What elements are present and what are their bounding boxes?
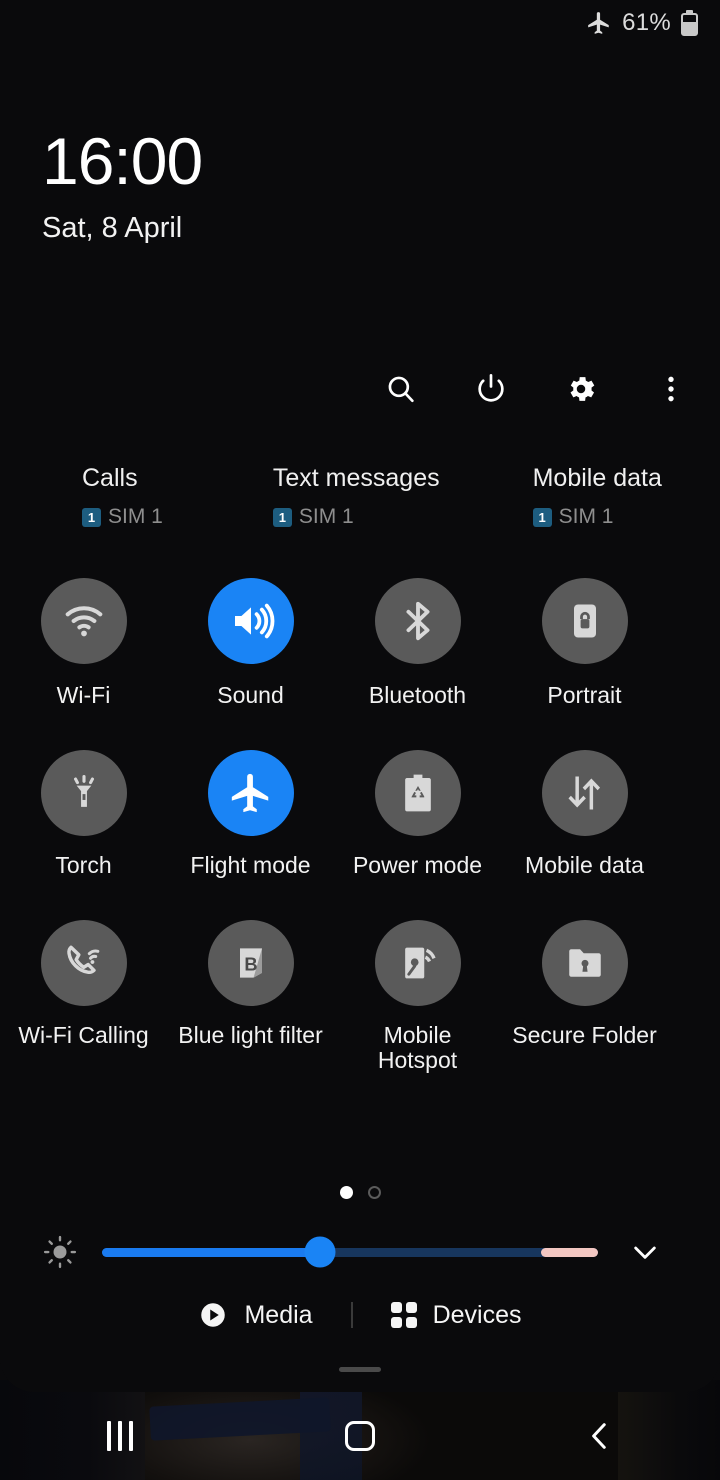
brightness-fill: [102, 1247, 321, 1257]
brightness-pink-segment: [540, 1247, 598, 1257]
page-indicator: [0, 1186, 720, 1199]
wifi-calling-icon: [40, 919, 127, 1006]
home-icon: [345, 1421, 375, 1451]
page-dot-active[interactable]: [339, 1186, 353, 1199]
brightness-track: [102, 1236, 598, 1268]
tile-blue-light-filter[interactable]: B Blue light filter: [167, 919, 334, 1075]
media-label: Media: [244, 1300, 313, 1329]
footer-divider: [350, 1302, 353, 1328]
svg-text:B: B: [244, 953, 257, 974]
power-icon[interactable]: [470, 368, 512, 410]
tile-row-3: Wi-Fi Calling B Blue light filter Mobile…: [0, 919, 720, 1075]
tile-label: Blue light filter: [178, 1021, 323, 1048]
volume-icon: [207, 578, 294, 664]
sim-status-text-messages[interactable]: Text messages 1 SIM 1: [272, 464, 440, 529]
tile-label: Flight mode: [190, 851, 311, 878]
airplane-icon: [588, 12, 609, 34]
tile-bluetooth[interactable]: Bluetooth: [334, 578, 501, 709]
blue-light-filter-icon: B: [207, 919, 294, 1006]
tile-label: Wi-Fi Calling: [18, 1021, 149, 1048]
tile-row-1: Wi-Fi Sound Bluetooth Portrait: [0, 578, 720, 709]
brightness-slider[interactable]: [102, 1230, 598, 1274]
battery-icon: [681, 10, 698, 36]
devices-grid-icon: [390, 1302, 417, 1328]
tile-label: Portrait: [547, 682, 622, 708]
tile-sound[interactable]: Sound: [167, 578, 334, 709]
hotspot-icon: [374, 919, 461, 1006]
sim-badge: 1: [272, 507, 292, 527]
flashlight-icon: [40, 749, 127, 836]
sim-name-label: SIM 1: [108, 505, 163, 528]
bluetooth-icon: [374, 578, 461, 664]
airplane-icon: [207, 749, 294, 836]
sim-badge: 1: [532, 507, 552, 527]
tile-label: Power mode: [352, 851, 483, 878]
sim-status-title: Calls: [82, 464, 138, 492]
status-bar: 61%: [0, 0, 720, 46]
sim-status-calls[interactable]: Calls 1 SIM 1: [82, 466, 163, 529]
tile-torch[interactable]: Torch: [0, 749, 167, 879]
wifi-icon: [40, 578, 127, 664]
battery-percent-label: 61%: [622, 9, 671, 36]
brightness-icon[interactable]: [38, 1230, 82, 1274]
tile-wifi[interactable]: Wi-Fi: [0, 578, 167, 709]
quick-settings-panel: 61% 16:00 Sat, 8 April Calls 1 SIM 1 Tex…: [0, 0, 720, 1392]
sim-status-title: Text messages: [272, 464, 440, 492]
tile-label: Torch: [55, 851, 112, 878]
home-button[interactable]: [240, 1392, 480, 1480]
sim-status-title: Mobile data: [532, 464, 662, 492]
tile-label: Sound: [217, 682, 284, 708]
secure-folder-icon: [541, 919, 628, 1006]
search-icon[interactable]: [380, 368, 422, 410]
more-vertical-icon[interactable]: [650, 368, 692, 410]
tile-mobile-data[interactable]: Mobile data: [501, 749, 668, 879]
media-button[interactable]: Media: [198, 1300, 313, 1330]
quick-settings-tiles: Wi-Fi Sound Bluetooth Portrait Torch Fli…: [0, 578, 720, 1074]
brightness-thumb[interactable]: [304, 1236, 336, 1268]
tile-flight-mode[interactable]: Flight mode: [167, 749, 334, 879]
play-circle-icon: [201, 1303, 226, 1327]
back-icon: [592, 1423, 606, 1449]
rotation-lock-icon: [541, 578, 628, 664]
tile-portrait[interactable]: Portrait: [501, 578, 668, 709]
sim-badge: 1: [82, 507, 101, 527]
phone-screen: 61% 16:00 Sat, 8 April Calls 1 SIM 1 Tex…: [0, 0, 720, 1480]
panel-drag-handle[interactable]: [339, 1367, 381, 1372]
tile-wifi-calling[interactable]: Wi-Fi Calling: [0, 919, 167, 1075]
tile-label: Mobile data: [525, 851, 644, 878]
tile-label: Wi-Fi: [56, 682, 111, 708]
clock-time: 16:00: [42, 124, 203, 198]
panel-footer: Media Devices: [0, 1300, 720, 1330]
tile-label: Mobile Hotspot: [377, 1021, 458, 1074]
devices-label: Devices: [432, 1300, 522, 1329]
brightness-row: [0, 1227, 720, 1277]
devices-button[interactable]: Devices: [390, 1300, 522, 1330]
tile-secure-folder[interactable]: Secure Folder: [501, 919, 668, 1075]
tile-row-2: Torch Flight mode Power mode Mobile data: [0, 749, 720, 879]
clock-date: Sat, 8 April: [42, 212, 183, 244]
sim-status-mobile-data[interactable]: Mobile data 1 SIM 1: [532, 464, 662, 529]
page-dot-inactive[interactable]: [367, 1186, 381, 1199]
back-button[interactable]: [480, 1392, 720, 1480]
recents-icon: [107, 1421, 133, 1451]
tile-power-mode[interactable]: Power mode: [334, 749, 501, 879]
recents-button[interactable]: [0, 1392, 240, 1480]
tile-mobile-hotspot[interactable]: Mobile Hotspot: [334, 919, 501, 1075]
tile-label: Secure Folder: [512, 1021, 657, 1048]
navigation-bar: [0, 1392, 720, 1480]
chevron-down-icon[interactable]: [624, 1231, 666, 1273]
gear-icon[interactable]: [560, 368, 602, 410]
tile-label: Bluetooth: [368, 682, 467, 708]
sim-name-label: SIM 1: [298, 505, 354, 528]
clock-block[interactable]: 16:00 Sat, 8 April: [42, 124, 203, 245]
sim-name-label: SIM 1: [558, 505, 614, 528]
power-saving-icon: [374, 749, 461, 836]
sim-status-row: Calls 1 SIM 1 Text messages 1 SIM 1 Mobi…: [0, 466, 720, 529]
header-actions: [380, 368, 692, 410]
data-arrows-icon: [541, 749, 628, 836]
